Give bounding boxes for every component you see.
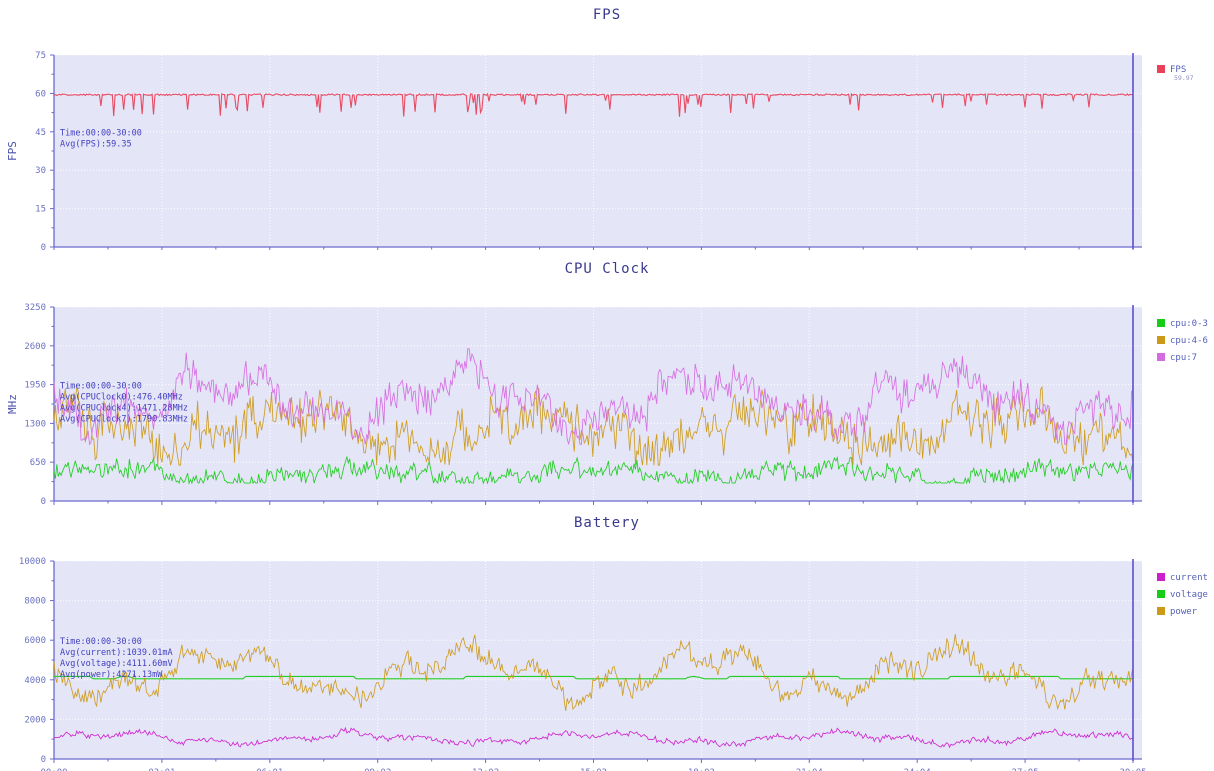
y-tick-label: 0 (41, 755, 46, 765)
annotation-line: Time:00:00-30:00 (60, 381, 142, 391)
legend-swatch (1157, 607, 1165, 615)
annotation-line: Avg(current):1039.01mA (60, 648, 173, 658)
legend-swatch (1157, 319, 1165, 327)
y-tick-label: 10000 (19, 557, 46, 567)
y-tick-label: 8000 (24, 597, 46, 607)
cpu-clock-chart-title: CPU Clock (564, 261, 650, 277)
cpu-clock-plot[interactable]: 0650130019502600325000:0003:0106:0109:02… (0, 279, 1214, 508)
battery-plot[interactable]: 020004000600080001000000:0003:0106:0109:… (0, 533, 1214, 771)
annotation-line: Avg(voltage):4111.60mV (60, 659, 173, 669)
legend-label[interactable]: cpu:4-6 (1170, 336, 1208, 346)
cpu-plot-wrap: 0650130019502600325000:0003:0106:0109:02… (0, 279, 1214, 508)
battery-chart-block: Battery 020004000600080001000000:0003:01… (0, 508, 1214, 771)
legend-swatch (1157, 573, 1165, 581)
fps-chart-block: FPS 0153045607500:0003:0106:0109:0212:02… (0, 0, 1214, 250)
annotation-line: Time:00:00-30:00 (60, 129, 142, 139)
annotation-line: Avg(CPUClock7):1790.83MHz (60, 414, 188, 424)
fps-plot[interactable]: 0153045607500:0003:0106:0109:0212:0215:0… (0, 25, 1214, 250)
legend-label[interactable]: current (1170, 573, 1208, 583)
legend-swatch (1157, 336, 1165, 344)
legend-label[interactable]: power (1170, 607, 1198, 617)
plot-background (54, 561, 1142, 759)
legend-swatch (1157, 353, 1165, 361)
legend-label[interactable]: cpu:7 (1170, 353, 1197, 363)
y-tick-label: 15 (35, 205, 46, 215)
y-tick-label: 2600 (24, 342, 46, 352)
y-tick-label: 45 (35, 128, 46, 138)
annotation-line: Avg(FPS):59.35 (60, 140, 132, 150)
y-tick-label: 30 (35, 166, 46, 176)
battery-chart-title: Battery (573, 515, 640, 531)
legend-swatch (1157, 65, 1165, 73)
annotation-line: Avg(CPUClock4):1471.28MHz (60, 403, 188, 413)
legend-swatch (1157, 590, 1165, 598)
annotation-line: Avg(power):4271.13mW (60, 670, 163, 680)
y-tick-label: 2000 (24, 715, 46, 725)
y-tick-label: 3250 (24, 303, 46, 313)
y-tick-label: 1300 (24, 419, 46, 429)
y-tick-label: 75 (35, 51, 46, 61)
y-tick-label: 60 (35, 89, 46, 99)
plot-background (54, 55, 1142, 247)
annotation-line: Avg(CPUClock0):476.40MHz (60, 392, 183, 402)
y-tick-label: 650 (30, 458, 46, 468)
battery-plot-wrap: 020004000600080001000000:0003:0106:0109:… (0, 533, 1214, 771)
legend-label[interactable]: cpu:0-3 (1170, 319, 1208, 329)
legend-sublabel: 59.97 (1174, 74, 1194, 82)
y-tick-label: 0 (41, 243, 46, 250)
y-tick-label: 1950 (24, 381, 46, 391)
fps-plot-wrap: 0153045607500:0003:0106:0109:0212:0215:0… (0, 25, 1214, 250)
y-tick-label: 6000 (24, 636, 46, 646)
y-tick-label: 0 (41, 497, 46, 507)
y-axis-title: MHz (6, 394, 19, 414)
cpu-clock-chart-block: CPU Clock 0650130019502600325000:0003:01… (0, 254, 1214, 508)
legend-label[interactable]: voltage (1170, 590, 1208, 600)
y-tick-label: 4000 (24, 676, 46, 686)
y-axis-title: FPS (6, 141, 19, 161)
annotation-line: Time:00:00-30:00 (60, 637, 142, 647)
fps-chart-title: FPS (592, 7, 622, 23)
